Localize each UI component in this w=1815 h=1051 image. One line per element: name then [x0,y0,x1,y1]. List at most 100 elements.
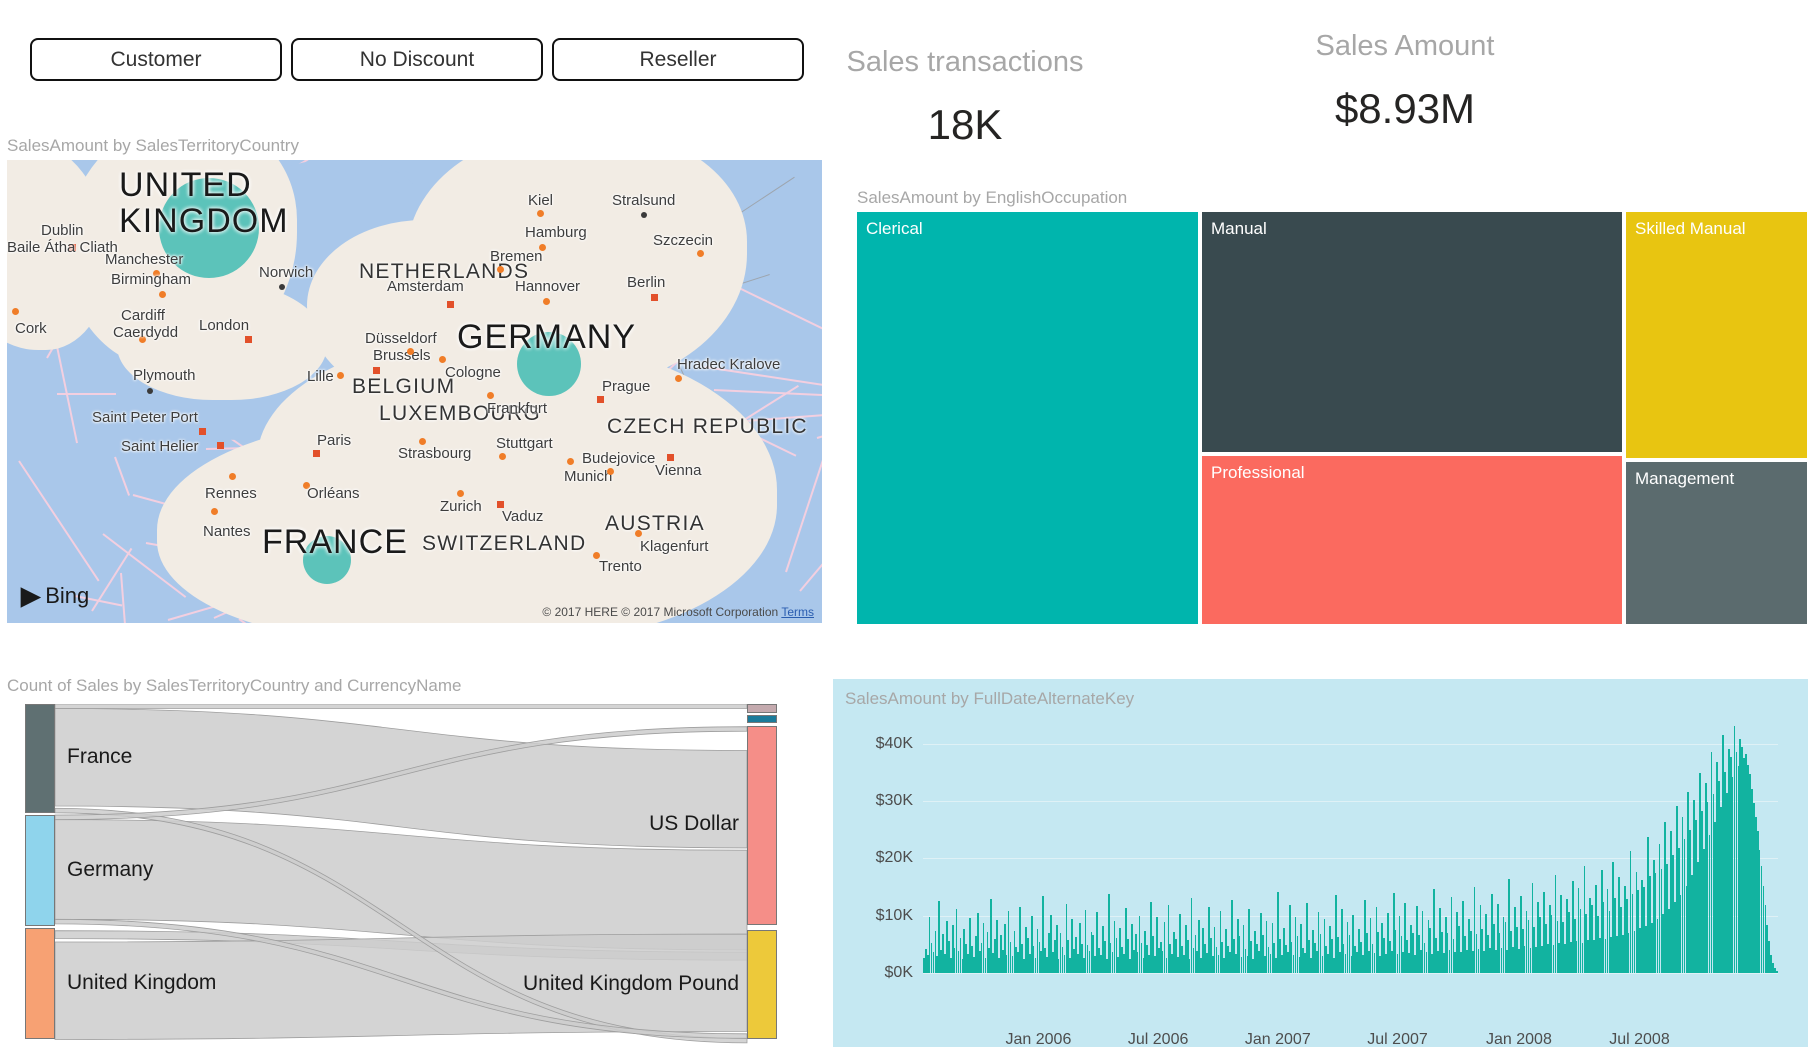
map-road-4 [737,286,822,361]
sankey-visual[interactable]: Count of Sales by SalesTerritoryCountry … [7,676,807,1046]
map-city-label: Hamburg [525,224,587,241]
map-city-marker [635,530,642,537]
map-city-marker [199,428,206,435]
map-terms-link[interactable]: Terms [781,605,814,619]
map-road-50 [714,389,822,397]
map-city-label: Orléans [307,485,360,502]
timeseries-gridline [923,801,1778,802]
map-city-label: Saint Helier [121,438,199,455]
map-city-marker [539,244,546,251]
map-city-label: Lille [307,368,334,385]
kpi-title: Sales transactions [830,46,1100,79]
treemap-tile[interactable]: Skilled Manual [1626,212,1807,458]
map-attribution-text: © 2017 HERE © 2017 Microsoft Corporation [542,605,778,619]
timeseries-visual[interactable]: SalesAmount by FullDateAlternateKey $0K $… [833,679,1808,1047]
map-city-label: Cologne [445,364,501,381]
slicer-button-no-discount[interactable]: No Discount [291,38,543,81]
treemap-tile[interactable]: Clerical [857,212,1198,624]
timeseries-plot[interactable]: $0K $10K $20K $30K $40K Jan 2006 Jul 2006 Jan 2… [923,721,1778,973]
sankey-target-node[interactable] [747,930,777,1040]
timeseries-x-tick-label: Jan 2006 [1006,1031,1072,1049]
timeseries-y-tick-label: $0K [885,964,913,982]
map-city-label: Strasbourg [398,445,471,462]
map-city-marker [641,212,647,218]
timeseries-y-tick-label: $30K [876,792,913,810]
map-city-label: Stuttgart [496,435,553,452]
map-country-label: FRANCE [262,525,408,561]
map-road-49 [19,460,101,581]
map-city-marker [497,501,504,508]
map-city-label: Zurich [440,498,482,515]
map-city-marker [597,396,604,403]
map-city-marker [337,372,344,379]
map-road-62 [799,543,822,592]
treemap-tile[interactable]: Manual [1202,212,1622,452]
map-city-label: Szczecin [653,232,713,249]
kpi-card-sales-transactions[interactable]: Sales transactions 18K [830,46,1100,149]
map-city-label: Prague [602,378,650,395]
map-road-3 [114,457,130,496]
map-country-label: AUSTRIA [605,512,705,536]
map-city-label: Amsterdam [387,278,464,295]
map-city-label: Cork [15,320,47,337]
map-city-marker [439,356,446,363]
map-city-label: Klagenfurt [640,538,708,555]
map-canvas[interactable]: ▶ Bing © 2017 HERE © 2017 Microsoft Corp… [7,160,822,623]
map-city-label: Nantes [203,523,251,540]
treemap-tile-label: Manual [1211,219,1267,239]
timeseries-x-tick-label: Jul 2006 [1128,1031,1189,1049]
map-city-label: Plymouth [133,367,196,384]
map-city-marker [373,367,380,374]
timeseries-x-tick-label: Jan 2008 [1486,1031,1552,1049]
map-city-label: Cardiff [121,307,165,324]
slicer-button-customer[interactable]: Customer [30,38,282,81]
map-city-marker [313,450,320,457]
sankey-target-node[interactable] [747,704,777,713]
treemap-tile[interactable]: Management [1626,462,1807,624]
sankey-title: Count of Sales by SalesTerritoryCountry … [7,676,461,696]
treemap-tile[interactable]: Professional [1202,456,1622,624]
map-country-label: UNITED KINGDOM [119,168,289,239]
map-city-marker [499,453,506,460]
map-road-61 [785,457,822,573]
timeseries-title: SalesAmount by FullDateAlternateKey [845,689,1134,709]
bing-mark-icon: ▶ [21,581,40,611]
kpi-card-sales-amount[interactable]: Sales Amount $8.93M [1270,30,1540,133]
treemap-tile-label: Clerical [866,219,923,239]
map-city-label: Munich [564,468,612,485]
kpi-value: $8.93M [1270,85,1540,133]
map-city-marker [543,298,550,305]
slicer-button-group: Customer No Discount Reseller [30,38,804,81]
map-title: SalesAmount by SalesTerritoryCountry [7,136,299,156]
map-country-label: GERMANY [457,320,636,356]
sankey-link[interactable] [55,704,747,709]
map-attribution: © 2017 HERE © 2017 Microsoft Corporation… [542,605,814,619]
map-city-label: Trento [599,558,642,575]
treemap-canvas[interactable]: Clerical Manual Professional Skilled Manual… [857,212,1807,624]
sankey-target-node[interactable] [747,726,777,925]
sankey-node-label: United Kingdom Pound [7,972,739,996]
timeseries-bar[interactable] [1776,971,1778,973]
sankey-target-node[interactable] [747,715,777,723]
sankey-node-label: France [67,745,132,769]
slicer-button-reseller[interactable]: Reseller [552,38,804,81]
map-city-label: Stralsund [612,192,675,209]
treemap-tile-label: Management [1635,469,1734,489]
map-city-label: Hradec Kralove [677,356,780,373]
sankey-canvas[interactable]: France Germany United Kingdom US Dollar Unit… [7,704,807,1044]
map-city-label: Frankfurt [487,400,547,417]
sankey-source-node[interactable] [25,704,55,813]
map-city-marker [419,438,426,445]
map-country-label: CZECH REPUBLIC [607,415,808,439]
map-visual[interactable]: SalesAmount by SalesTerritoryCountry ▶ B… [7,136,822,641]
map-road-58 [120,573,129,623]
treemap-visual[interactable]: SalesAmount by EnglishOccupation Clerica… [857,188,1807,628]
map-country-label: SWITZERLAND [422,532,586,556]
timeseries-y-tick-label: $20K [876,849,913,867]
timeseries-y-tick-label: $40K [876,735,913,753]
map-city-marker [447,301,454,308]
map-city-label: Saint Peter Port [92,409,198,426]
map-city-label: Manchester [105,251,183,268]
map-city-marker [279,284,285,290]
map-city-label: Hannover [515,278,580,295]
